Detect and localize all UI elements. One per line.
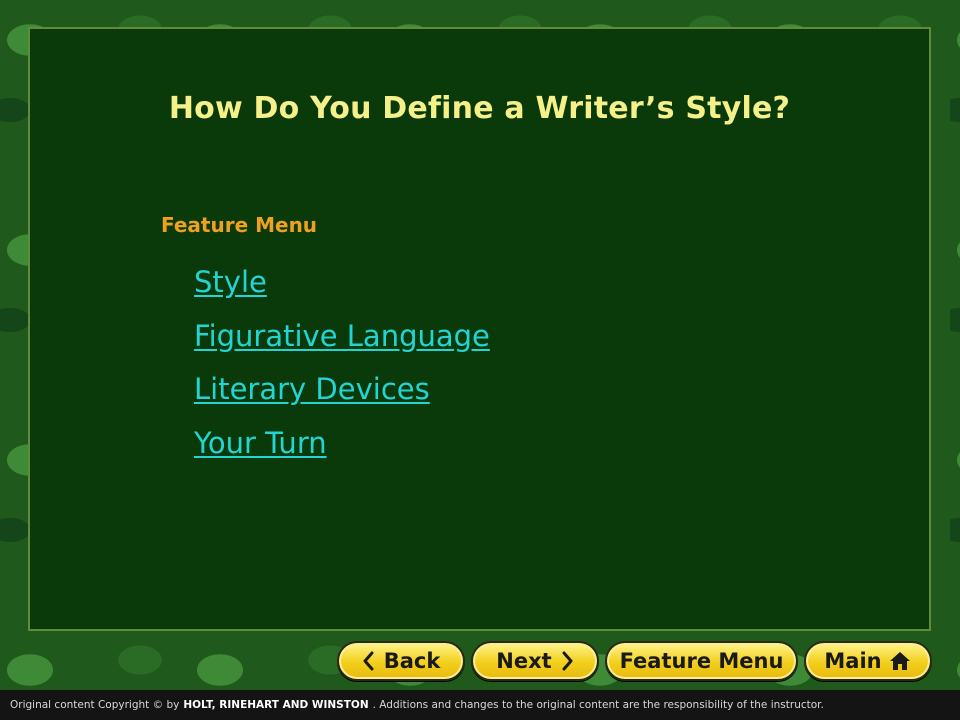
menu-item-literary-devices: Literary Devices — [194, 369, 490, 423]
section-subtitle: Feature Menu — [161, 213, 318, 237]
publisher-name: HOLT, RINEHART AND WINSTON — [183, 699, 369, 711]
link-figurative-language[interactable]: Figurative Language — [194, 319, 490, 353]
back-button[interactable]: Back — [337, 641, 465, 681]
feature-menu-button[interactable]: Feature Menu — [605, 641, 798, 681]
chevron-left-icon — [362, 651, 374, 671]
menu-item-your-turn: Your Turn — [194, 423, 490, 477]
main-button[interactable]: Main — [804, 641, 932, 681]
link-your-turn[interactable]: Your Turn — [194, 426, 327, 460]
menu-item-style: Style — [194, 262, 490, 316]
link-style[interactable]: Style — [194, 265, 267, 299]
feature-menu-label: Feature Menu — [619, 649, 784, 673]
feature-menu-list: Style Figurative Language Literary Devic… — [194, 262, 490, 476]
copyright-footer: Original content Copyright © by HOLT, RI… — [0, 690, 960, 720]
home-icon — [888, 650, 912, 672]
next-button[interactable]: Next — [471, 641, 599, 681]
back-label: Back — [383, 649, 441, 673]
next-label: Next — [496, 649, 552, 673]
page-title: How Do You Define a Writer’s Style? — [168, 91, 791, 126]
navigation-bar: Back Next Feature Menu Main — [337, 641, 937, 683]
main-label: Main — [824, 649, 882, 673]
menu-item-figurative-language: Figurative Language — [194, 316, 490, 370]
link-literary-devices[interactable]: Literary Devices — [194, 372, 430, 406]
footer-prefix: Original content Copyright © by — [10, 699, 180, 711]
chevron-right-icon — [562, 651, 574, 671]
footer-suffix: . Additions and changes to the original … — [372, 699, 824, 711]
